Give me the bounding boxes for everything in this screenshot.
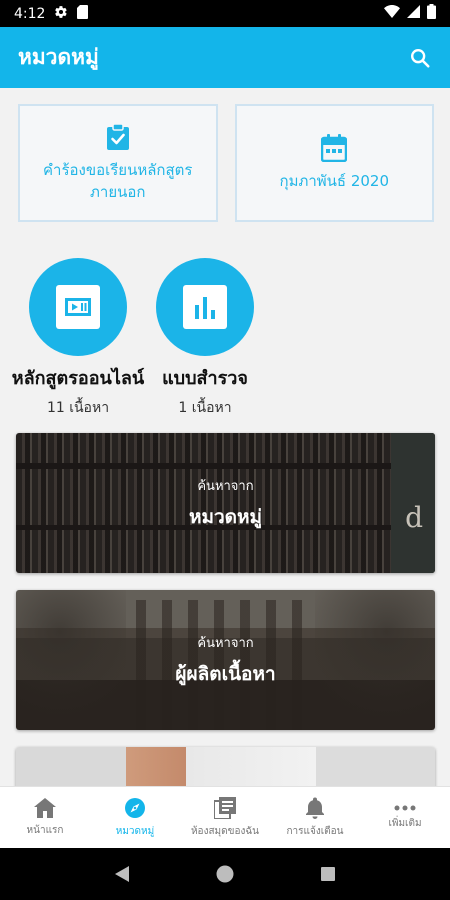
partial-banner[interactable] bbox=[16, 747, 435, 786]
category-row: หลักสูตรออนไลน์ 11 เนื้อหา แบบสำรวจ 1 เน… bbox=[0, 258, 450, 416]
clipboard-check-icon bbox=[106, 123, 129, 150]
recents-square-icon bbox=[321, 867, 336, 881]
quick-cards: คำร้องขอเรียนหลักสูตร ภายนอก กุมภาพันธ์ … bbox=[18, 104, 434, 222]
category-count: 11 เนื้อหา bbox=[46, 400, 110, 416]
search-icon bbox=[411, 48, 430, 68]
back-button[interactable] bbox=[107, 859, 137, 889]
sd-card-icon bbox=[77, 4, 89, 23]
system-nav-bar bbox=[0, 848, 450, 900]
settings-icon bbox=[54, 5, 68, 23]
banner-bookshelf-decoration bbox=[16, 463, 435, 469]
video-player-icon bbox=[56, 285, 100, 329]
calendar-icon bbox=[321, 134, 348, 162]
battery-icon bbox=[427, 4, 436, 23]
category-count: 1 เนื้อหา bbox=[178, 400, 232, 416]
compass-icon bbox=[125, 797, 145, 818]
nav-library-label: ห้องสมุดของฉัน bbox=[190, 825, 260, 837]
external-course-request-card[interactable]: คำร้องขอเรียนหลักสูตร ภายนอก bbox=[18, 104, 218, 222]
home-icon bbox=[34, 797, 56, 818]
category-name: หลักสูตรออนไลน์ bbox=[11, 368, 145, 389]
category-circle bbox=[156, 258, 254, 356]
external-course-request-line1: คำร้องขอเรียนหลักสูตร bbox=[43, 161, 193, 179]
banner-tree-decoration bbox=[315, 590, 435, 730]
bell-icon bbox=[306, 797, 324, 819]
nav-notification[interactable]: การแจ้งเตือน bbox=[270, 787, 360, 848]
search-button[interactable] bbox=[406, 44, 434, 72]
nav-notification-label: การแจ้งเตือน bbox=[286, 825, 344, 837]
banner-text: ค้นหาจาก หมวดหมู่ bbox=[189, 475, 262, 532]
library-icon bbox=[214, 796, 236, 819]
bar-chart-icon bbox=[183, 285, 227, 329]
back-triangle-icon bbox=[114, 866, 129, 882]
nav-home-label: หน้าแรก bbox=[26, 824, 64, 836]
search-by-publisher-banner[interactable]: ค้นหาจาก ผู้ผลิตเนื้อหา bbox=[16, 590, 435, 730]
status-time: 4:12 bbox=[14, 5, 46, 22]
nav-category[interactable]: หมวดหมู่ bbox=[90, 787, 180, 848]
nav-more[interactable]: เพิ่มเติม bbox=[360, 787, 450, 848]
category-name: แบบสำรวจ bbox=[162, 368, 248, 389]
external-course-request-line2: ภายนอก bbox=[90, 183, 146, 201]
nav-home[interactable]: หน้าแรก bbox=[0, 787, 90, 848]
category-content[interactable]: คำร้องขอเรียนหลักสูตร ภายนอก กุมภาพันธ์ … bbox=[0, 88, 450, 786]
month-label: กุมภาพันธ์ 2020 bbox=[279, 172, 390, 190]
external-course-request-label: คำร้องขอเรียนหลักสูตร ภายนอก bbox=[43, 159, 192, 203]
banner-title: หมวดหมู่ bbox=[188, 505, 263, 528]
banner-book-letter: d bbox=[405, 501, 423, 534]
banner-subtitle: ค้นหาจาก bbox=[197, 478, 254, 494]
more-icon bbox=[394, 805, 416, 810]
banner-text: ค้นหาจาก ผู้ผลิตเนื้อหา bbox=[175, 632, 275, 689]
nav-library[interactable]: ห้องสมุดของฉัน bbox=[180, 787, 270, 848]
banner-tree-decoration bbox=[16, 590, 126, 730]
nav-category-label: หมวดหมู่ bbox=[115, 825, 155, 837]
page-title: หมวดหมู่ bbox=[18, 45, 99, 69]
bottom-nav: หน้าแรก หมวดหมู่ ห้องสมุดของฉัน การแจ้งเ… bbox=[0, 786, 450, 848]
recents-button[interactable] bbox=[313, 859, 343, 889]
app-bar: หมวดหมู่ bbox=[0, 27, 450, 88]
banner-title: ผู้ผลิตเนื้อหา bbox=[175, 662, 276, 685]
search-by-category-banner[interactable]: d ค้นหาจาก หมวดหมู่ bbox=[16, 433, 435, 573]
wifi-icon bbox=[384, 5, 400, 22]
banner-subtitle: ค้นหาจาก bbox=[197, 635, 254, 651]
category-survey[interactable]: แบบสำรวจ 1 เนื้อหา bbox=[130, 258, 280, 419]
status-bar: 4:12 bbox=[0, 0, 450, 27]
signal-icon bbox=[407, 5, 420, 22]
month-calendar-card[interactable]: กุมภาพันธ์ 2020 bbox=[234, 104, 434, 222]
nav-more-label: เพิ่มเติม bbox=[388, 817, 422, 829]
home-button[interactable] bbox=[210, 859, 240, 889]
category-circle bbox=[29, 258, 127, 356]
home-circle-icon bbox=[216, 865, 234, 883]
